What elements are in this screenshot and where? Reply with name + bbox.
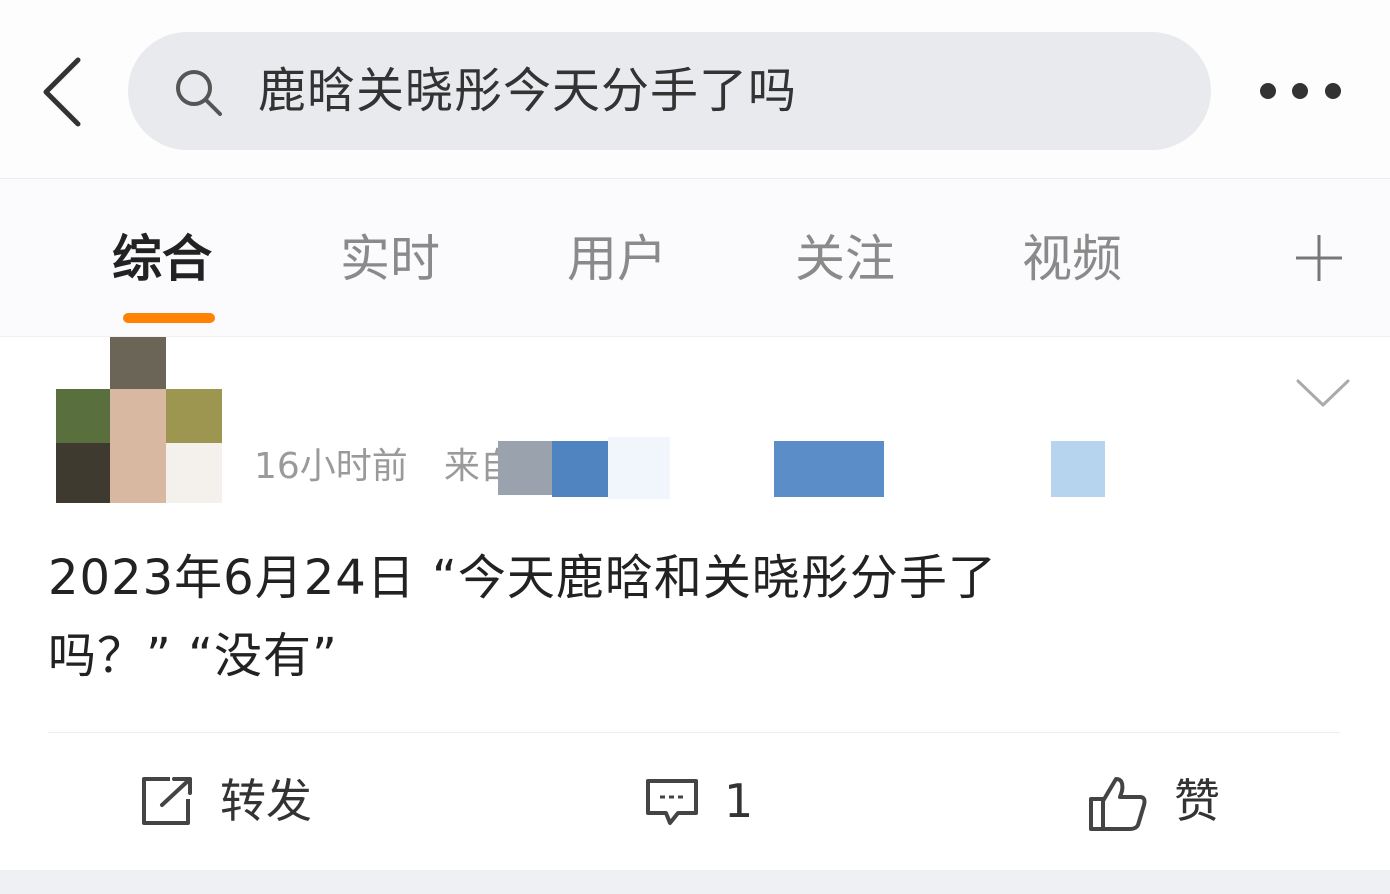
tab-realtime[interactable]: 实时 — [340, 227, 440, 291]
avatar[interactable] — [56, 337, 222, 503]
post-card: 16小时前 来自 2023年6月24日 “今天鹿晗和关晓彤分手了 吗？” “没有”… — [0, 336, 1390, 871]
share-icon — [142, 777, 192, 825]
like-button[interactable]: 赞 — [1088, 769, 1238, 833]
post-text-line: 2023年6月24日 “今天鹿晗和关晓彤分手了 — [48, 550, 997, 606]
redacted-block — [498, 441, 552, 495]
divider — [48, 732, 1340, 733]
plus-icon[interactable] — [1292, 231, 1346, 285]
tab-bar: 综合 实时 用户 关注 视频 — [0, 178, 1390, 337]
repost-button[interactable]: 转发 — [140, 769, 340, 833]
comment-icon — [646, 779, 698, 825]
repost-label: 转发 — [220, 774, 312, 828]
redacted-block — [774, 441, 884, 497]
tab-video[interactable]: 视频 — [1022, 227, 1122, 291]
redacted-block — [552, 441, 608, 497]
tab-following[interactable]: 关注 — [795, 227, 895, 291]
tab-users[interactable]: 用户 — [567, 227, 667, 291]
more-button[interactable] — [1252, 70, 1348, 114]
more-dots-icon — [1260, 83, 1276, 99]
like-label: 赞 — [1174, 774, 1220, 828]
search-icon — [176, 70, 222, 116]
post-time: 16小时前 — [254, 446, 408, 487]
comment-button[interactable]: 1 — [644, 769, 784, 833]
thumbs-up-icon — [1089, 777, 1147, 831]
tab-comprehensive[interactable]: 综合 — [112, 227, 212, 291]
redacted-block — [1051, 441, 1105, 497]
top-bar: 鹿晗关晓彤今天分手了吗 — [0, 0, 1390, 178]
post-text-line: 吗？” “没有” — [48, 628, 338, 684]
active-tab-indicator — [123, 313, 215, 323]
chevron-left-icon — [43, 57, 81, 127]
bottom-strip — [0, 870, 1390, 894]
post-meta: 16小时前 来自 — [254, 445, 516, 489]
back-button[interactable] — [36, 52, 96, 132]
post-content: 2023年6月24日 “今天鹿晗和关晓彤分手了 吗？” “没有” — [48, 539, 1248, 695]
redacted-block — [608, 437, 670, 499]
search-field[interactable]: 鹿晗关晓彤今天分手了吗 — [128, 32, 1211, 150]
comment-count: 1 — [724, 774, 754, 828]
chevron-down-icon[interactable] — [1294, 375, 1352, 411]
search-query-text[interactable]: 鹿晗关晓彤今天分手了吗 — [258, 60, 797, 122]
